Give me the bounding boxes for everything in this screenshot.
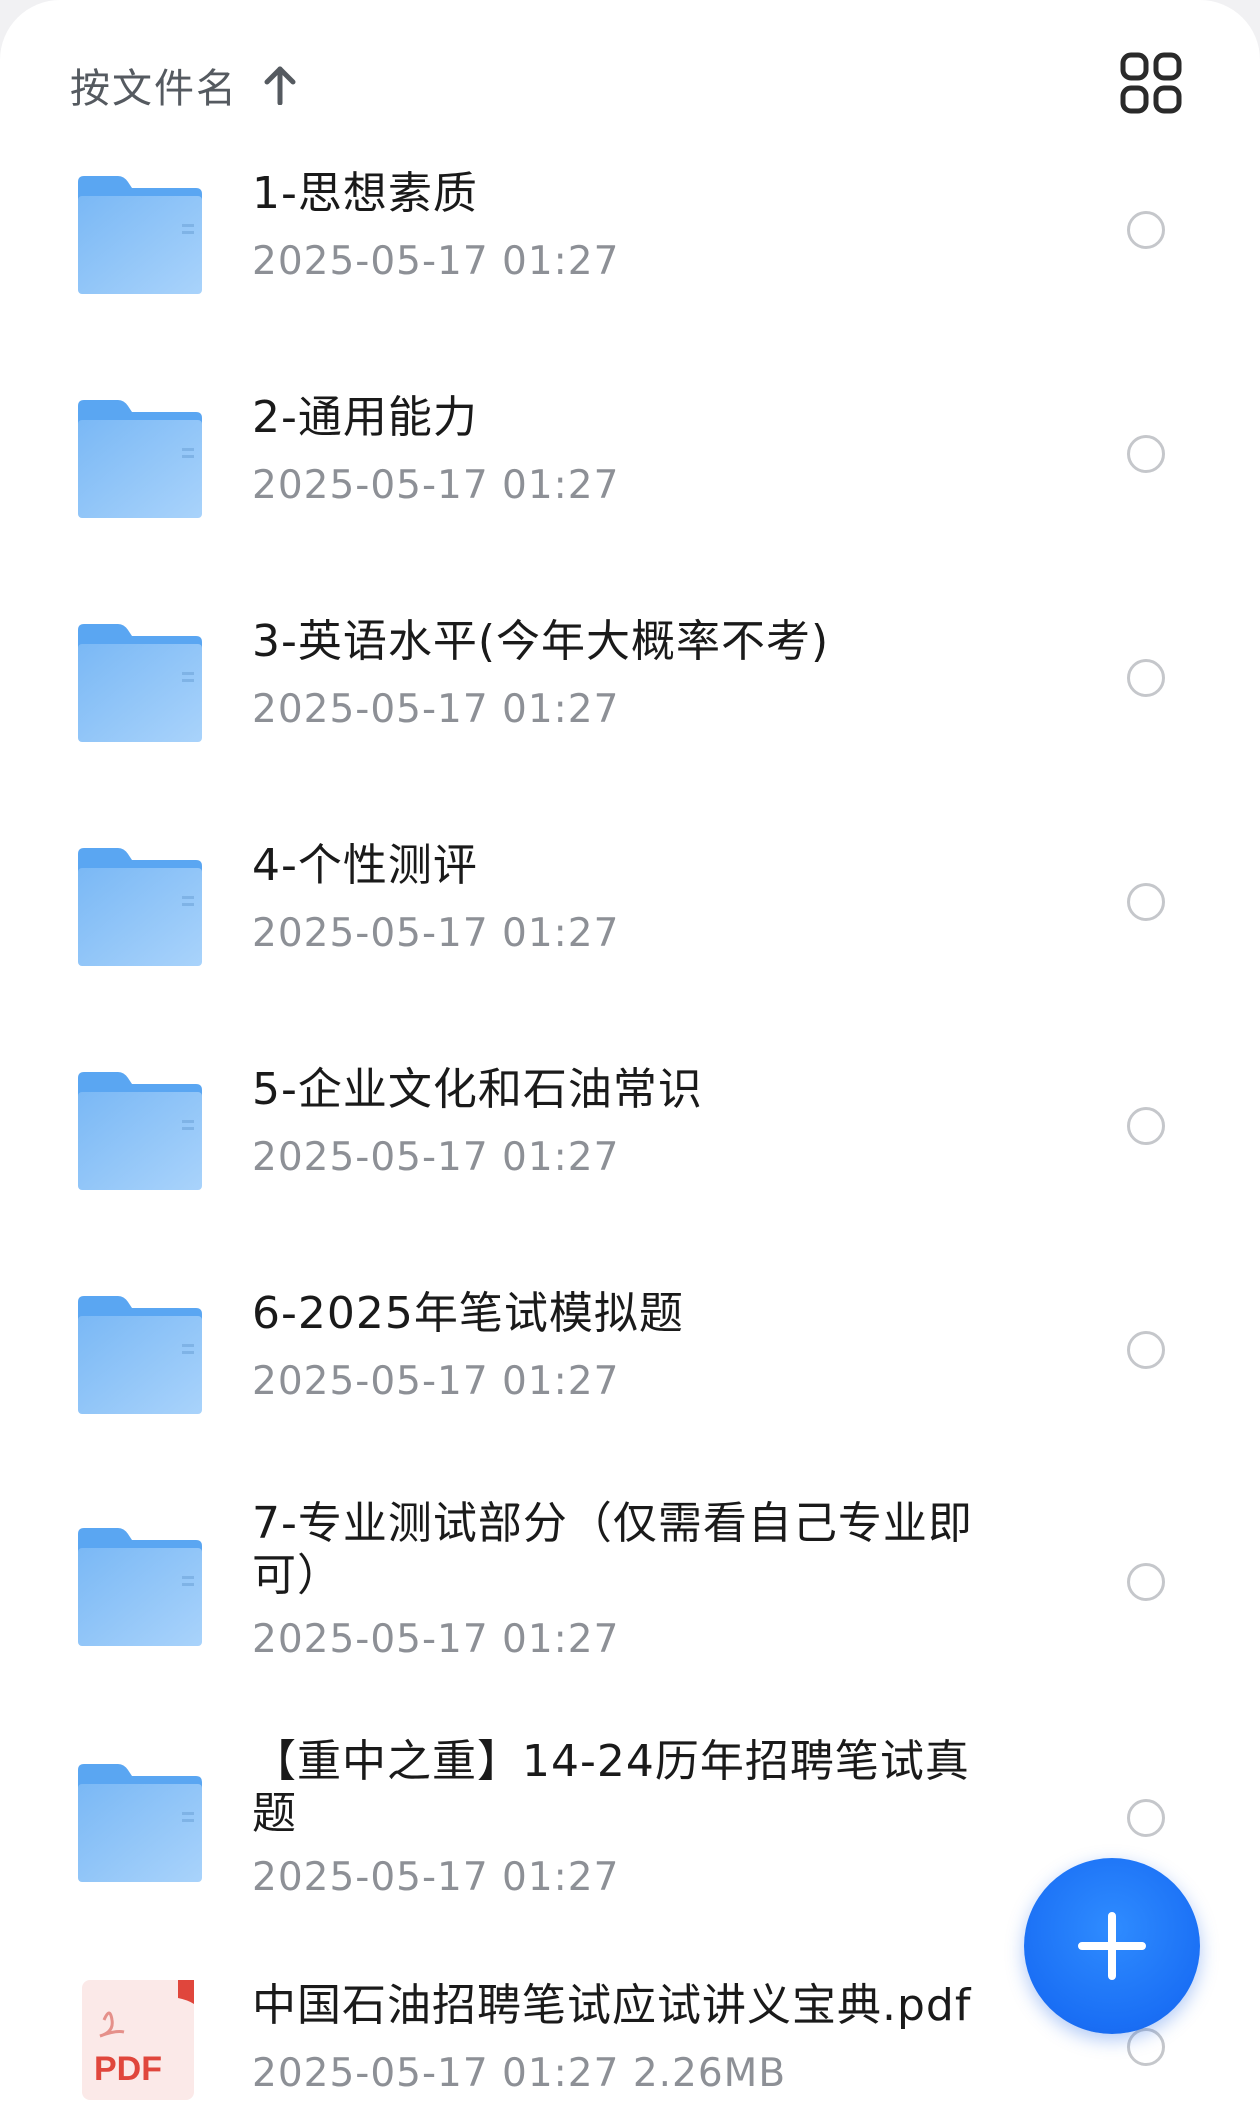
file-name: 中国石油招聘笔试应试讲义宝典.pdf (252, 1980, 972, 2031)
list-item[interactable]: 2-通用能力 2025-05-17 01:27 (0, 384, 1260, 608)
list-item[interactable]: 4-个性测评 2025-05-17 01:27 (0, 832, 1260, 1056)
pdf-file-icon: PDF (80, 1980, 200, 2100)
file-meta: 2025-05-17 01:27 2.26MB (252, 2051, 787, 2096)
file-name: 1-思想素质 (252, 168, 478, 219)
select-radio[interactable] (1127, 435, 1165, 473)
folder-icon (74, 1294, 206, 1418)
file-meta: 2025-05-17 01:27 (252, 1359, 620, 1404)
pdf-badge: PDF (94, 2050, 162, 2088)
select-radio[interactable] (1127, 883, 1165, 921)
folder-icon (74, 846, 206, 970)
select-radio[interactable] (1127, 2028, 1165, 2066)
file-name: 4-个性测评 (252, 840, 478, 891)
select-radio[interactable] (1127, 211, 1165, 249)
file-list-sheet: 按文件名 1-思想素质 2025-05-17 01:27 2-通用能力 2025… (0, 0, 1260, 2120)
select-radio[interactable] (1127, 1331, 1165, 1369)
folder-icon (74, 1526, 206, 1650)
select-radio[interactable] (1127, 1799, 1165, 1837)
sort-by-name-button[interactable]: 按文件名 (70, 58, 300, 112)
file-name: 3-英语水平(今年大概率不考) (252, 616, 830, 667)
grid-view-icon[interactable] (1120, 52, 1190, 122)
file-meta: 2025-05-17 01:27 (252, 463, 620, 508)
arrow-up-icon (260, 63, 300, 107)
file-name: 2-通用能力 (252, 392, 478, 443)
list-item[interactable]: 6-2025年笔试模拟题 2025-05-17 01:27 (0, 1280, 1260, 1504)
folder-icon (74, 398, 206, 522)
list-item[interactable]: 3-英语水平(今年大概率不考) 2025-05-17 01:27 (0, 608, 1260, 832)
list-item[interactable]: 7-专业测试部分（仅需看自己专业即可） 2025-05-17 01:27 (0, 1498, 1260, 1742)
file-name: 5-企业文化和石油常识 (252, 1064, 703, 1115)
file-meta: 2025-05-17 01:27 (252, 1855, 620, 1900)
file-meta: 2025-05-17 01:27 (252, 911, 620, 956)
folder-icon (74, 1070, 206, 1194)
file-name: 7-专业测试部分（仅需看自己专业即可） (252, 1498, 973, 1601)
add-button[interactable] (1024, 1858, 1200, 2034)
select-radio[interactable] (1127, 1563, 1165, 1601)
folder-icon (74, 174, 206, 298)
list-header: 按文件名 (0, 0, 1260, 160)
select-radio[interactable] (1127, 659, 1165, 697)
folder-icon (74, 622, 206, 746)
file-meta: 2025-05-17 01:27 (252, 239, 620, 284)
list-item[interactable]: 5-企业文化和石油常识 2025-05-17 01:27 (0, 1056, 1260, 1280)
file-name: 【重中之重】14-24历年招聘笔试真题 (252, 1736, 970, 1839)
file-meta: 2025-05-17 01:27 (252, 1135, 620, 1180)
file-name: 6-2025年笔试模拟题 (252, 1288, 684, 1339)
file-meta: 2025-05-17 01:27 (252, 687, 620, 732)
select-radio[interactable] (1127, 1107, 1165, 1145)
folder-icon (74, 1762, 206, 1886)
sort-label: 按文件名 (70, 66, 238, 112)
list-item[interactable]: 1-思想素质 2025-05-17 01:27 (0, 160, 1260, 384)
file-meta: 2025-05-17 01:27 (252, 1617, 620, 1662)
plus-icon (1078, 1912, 1146, 1980)
